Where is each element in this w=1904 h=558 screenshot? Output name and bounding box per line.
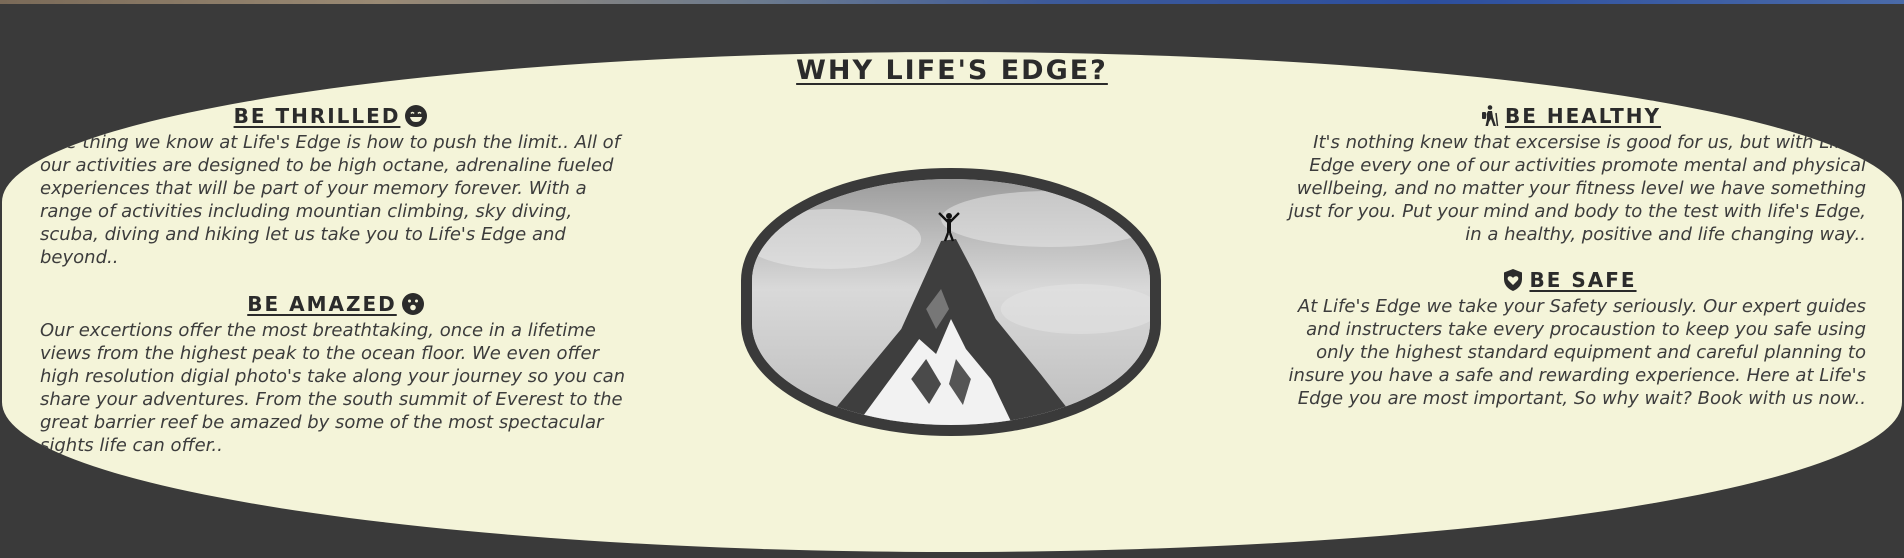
section-title: WHY LIFE'S EDGE? bbox=[796, 55, 1108, 86]
feature-text-healthy: It's nothing knew that excersise is good… bbox=[1288, 132, 1866, 245]
feature-be-thrilled: BE THRILLED One thing we know at Life's … bbox=[40, 104, 622, 269]
hiking-icon bbox=[1477, 104, 1501, 128]
feature-heading-amazed: BE AMAZED bbox=[40, 292, 632, 316]
feature-text-thrilled: One thing we know at Life's Edge is how … bbox=[40, 132, 621, 268]
feature-be-safe: BE SAFE At Life's Edge we take your Safe… bbox=[1272, 268, 1866, 410]
header-image-strip bbox=[0, 0, 1904, 4]
feature-text-amazed: Our excertions offer the most breathtaki… bbox=[40, 320, 626, 456]
why-lifes-edge-section: WHY LIFE'S EDGE? BE THRILLED One thing w… bbox=[2, 52, 1902, 552]
feature-heading-text: BE THRILLED bbox=[233, 104, 401, 128]
feature-heading-text: BE AMAZED bbox=[247, 292, 397, 316]
grin-icon bbox=[404, 104, 428, 128]
feature-heading-thrilled: BE THRILLED bbox=[40, 104, 622, 128]
feature-be-amazed: BE AMAZED Our excertions offer the most … bbox=[40, 292, 632, 457]
mountain-summit-photo bbox=[741, 168, 1161, 436]
feature-heading-text: BE SAFE bbox=[1529, 268, 1637, 292]
feature-text-safe: At Life's Edge we take your Safety serio… bbox=[1288, 296, 1866, 409]
feature-heading-safe: BE SAFE bbox=[1272, 268, 1866, 292]
feature-heading-healthy: BE HEALTHY bbox=[1272, 104, 1866, 128]
feature-be-healthy: BE HEALTHY It's nothing knew that excers… bbox=[1272, 104, 1866, 246]
feature-heading-text: BE HEALTHY bbox=[1504, 104, 1662, 128]
surprised-icon bbox=[401, 292, 425, 316]
shield-heart-icon bbox=[1501, 268, 1525, 292]
